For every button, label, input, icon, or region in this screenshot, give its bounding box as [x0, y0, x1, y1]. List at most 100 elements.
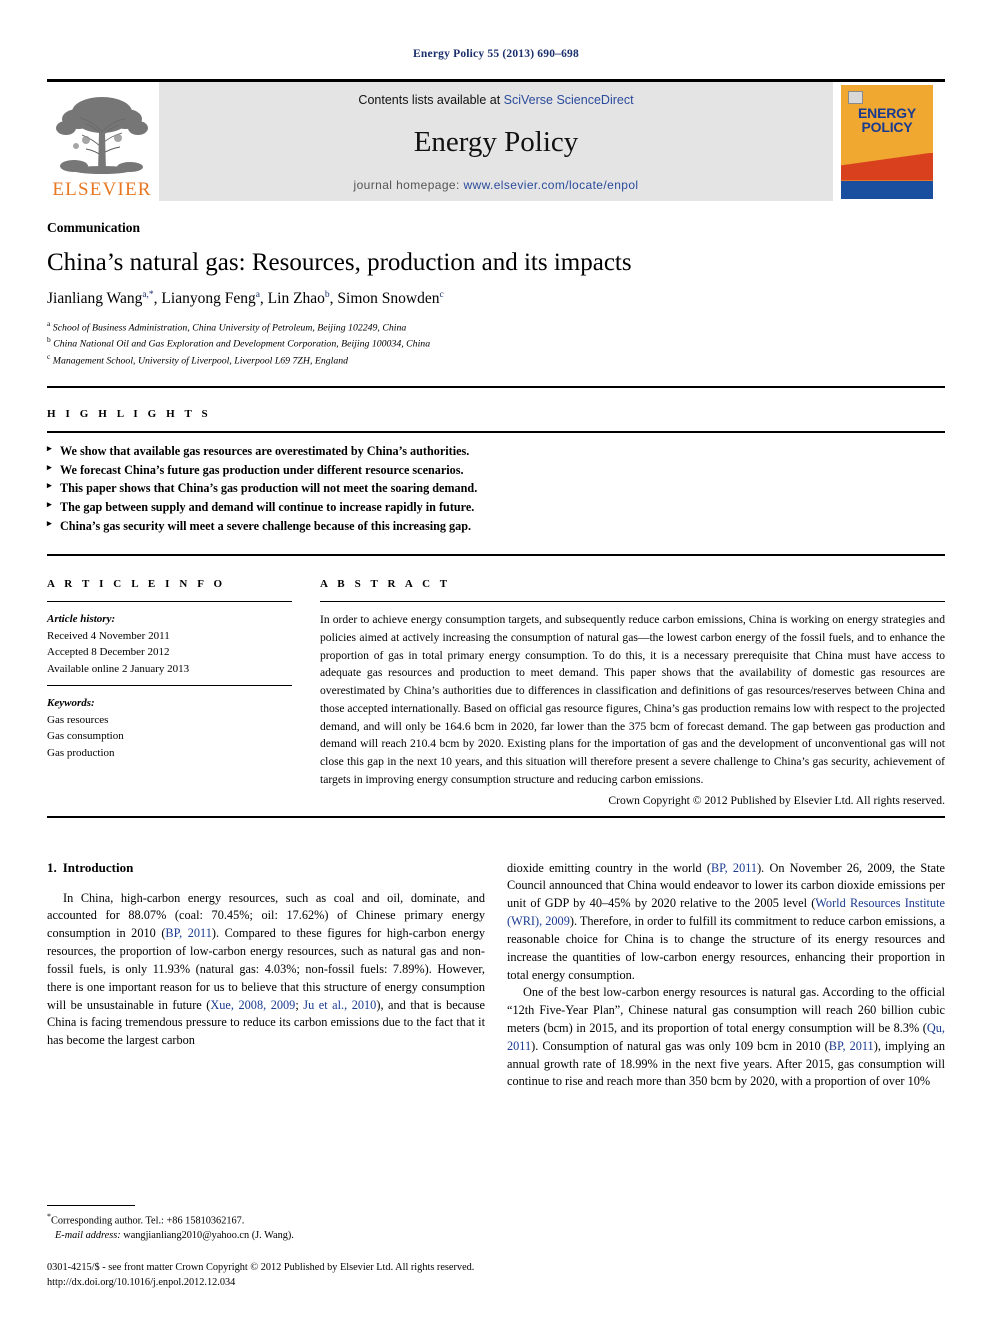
affiliation-mark: a — [47, 319, 51, 329]
article-history-item: Accepted 8 December 2012 — [47, 646, 170, 659]
paragraph: One of the best low-carbon energy resour… — [507, 984, 945, 1091]
highlight-item: ▸ China’s gas security will meet a severe… — [47, 517, 945, 536]
highlight-item: ▸ We forecast China’s future gas producti… — [47, 461, 945, 480]
issn-copyright-block: 0301-4215/$ - see front matter Crown Cop… — [47, 1261, 477, 1291]
triangle-bullet-icon: ▸ — [47, 442, 52, 453]
triangle-bullet-icon: ▸ — [47, 499, 52, 510]
triangle-bullet-icon: ▸ — [47, 480, 52, 491]
page-title: China’s natural gas: Resources, producti… — [47, 249, 632, 276]
citation-link[interactable]: Ju et al., 2010 — [303, 998, 376, 1012]
author-name: Lin Zhao — [267, 290, 325, 308]
author-list: Jianliang Wanga,*, Lianyong Fenga, Lin Z… — [47, 290, 444, 308]
affiliation-item: c Management School, University of Liver… — [47, 352, 945, 368]
abstract-column: A B S T R A C T In order to achieve ener… — [320, 578, 945, 807]
contents-prefix: Contents lists available at — [358, 93, 504, 107]
elsevier-wordmark: ELSEVIER — [52, 179, 152, 200]
cover-title: ENERGY POLICY — [841, 106, 933, 134]
affiliation-text: Management School, University of Liverpo… — [52, 354, 349, 366]
author-name: Lianyong Feng — [161, 290, 256, 308]
highlights-section: H I G H L I G H T S ▸ We show that availa… — [47, 408, 945, 537]
article-history-block: Article history: Received 4 November 201… — [47, 611, 292, 685]
paragraph: In China, high-carbon energy resources, … — [47, 890, 485, 1050]
affiliation-item: b China National Oil and Gas Exploration… — [47, 335, 945, 351]
email-address[interactable]: wangjianliang2010@yahoo.cn (J. Wang). — [123, 1230, 294, 1241]
keyword-item: Gas consumption — [47, 730, 124, 743]
cover-art: ENERGY POLICY — [841, 84, 933, 199]
highlight-text: This paper shows that China’s gas produc… — [60, 481, 478, 496]
info-abstract-row: A R T I C L E I N F O Article history: R… — [47, 578, 945, 807]
author-marks: b — [324, 290, 330, 300]
highlight-item: ▸ This paper shows that China’s gas produ… — [47, 479, 945, 498]
highlight-text: China’s gas security will meet a severe … — [60, 519, 472, 534]
cover-publisher-mark-icon — [848, 90, 863, 104]
triangle-bullet-icon: ▸ — [47, 461, 52, 472]
article-info-column: A R T I C L E I N F O Article history: R… — [47, 578, 292, 806]
abstract-label: A B S T R A C T — [320, 578, 451, 591]
article-info-body: Article history: Received 4 November 201… — [47, 602, 292, 761]
email-label: E-mail address: — [55, 1230, 121, 1242]
doi-line[interactable]: http://dx.doi.org/10.1016/j.enpol.2012.1… — [47, 1276, 477, 1291]
footnote-zone: *Corresponding author. Tel.: +86 1581036… — [47, 1204, 477, 1291]
divider-above-info — [47, 554, 945, 557]
author-item: Lin Zhaob — [268, 290, 330, 307]
author-name: Simon Snowden — [337, 290, 440, 308]
cover-blue-band — [841, 180, 933, 199]
article-history-heading: Article history: — [47, 613, 116, 626]
divider-above-highlights — [47, 385, 945, 388]
author-item: Jianliang Wanga,* — [47, 290, 154, 307]
author-marks: c — [439, 290, 444, 300]
keyword-item: Gas resources — [47, 713, 109, 726]
sciencedirect-link[interactable]: SciVerse ScienceDirect — [504, 93, 634, 107]
highlight-item: ▸ We show that available gas resources ar… — [47, 442, 945, 461]
section-number: 1. — [47, 859, 57, 875]
cover-title-line2: POLICY — [861, 118, 913, 135]
journal-band: Contents lists available at SciVerse Sci… — [159, 82, 833, 201]
author-name: Jianliang Wang — [47, 290, 143, 308]
section-title-text: Introduction — [62, 859, 134, 875]
contents-available-line: Contents lists available at SciVerse Sci… — [358, 93, 633, 107]
body-column-right: dioxide emitting country in the world (B… — [507, 860, 945, 1092]
affiliation-list: a School of Business Administration, Chi… — [47, 319, 945, 368]
author-item: Lianyong Fenga — [161, 290, 260, 307]
journal-masthead: ELSEVIER Contents lists available at Sci… — [47, 79, 945, 201]
article-type: Communication — [47, 220, 141, 235]
paragraph-text: One of the best low-carbon energy resour… — [507, 985, 945, 1035]
affiliation-mark: c — [47, 351, 51, 361]
paper-page: Energy Policy 55 (2013) 690–698 ELSEVIER… — [0, 0, 992, 1323]
author-marks: a,* — [142, 290, 154, 300]
elsevier-tree-icon — [56, 97, 148, 174]
paragraph-text: dioxide emitting country in the world ( — [507, 860, 711, 875]
citation-link[interactable]: BP, 2011 — [829, 1039, 874, 1053]
paragraph-text: ). Consumption of natural gas was only 1… — [531, 1038, 829, 1053]
journal-title: Energy Policy — [413, 126, 579, 158]
body-columns: 1. Introduction In China, high-carbon ene… — [47, 860, 945, 1092]
homepage-prefix: journal homepage: — [353, 178, 464, 192]
affiliation-text: China National Oil and Gas Exploration a… — [53, 338, 431, 350]
highlight-text: We show that available gas resources are… — [60, 443, 470, 458]
journal-homepage-link[interactable]: www.elsevier.com/locate/enpol — [463, 178, 638, 192]
highlight-text: We forecast China’s future gas productio… — [60, 462, 464, 477]
highlights-list: ▸ We show that available gas resources ar… — [47, 442, 945, 537]
email-note: E-mail address: wangjianliang2010@yahoo.… — [47, 1229, 477, 1244]
citation-link[interactable]: BP, 2011 — [711, 861, 757, 875]
citation-link[interactable]: BP, 2011 — [165, 926, 211, 940]
affiliation-item: a School of Business Administration, Chi… — [47, 319, 945, 335]
divider-highlights — [47, 430, 945, 433]
keyword-item: Gas production — [47, 746, 115, 759]
corresponding-author-note: *Corresponding author. Tel.: +86 1581036… — [47, 1211, 477, 1229]
highlight-text: The gap between supply and demand will c… — [60, 500, 475, 515]
cover-title-line1: ENERGY — [858, 104, 916, 121]
citation-link[interactable]: Xue, 2008, 2009 — [210, 998, 295, 1012]
body-column-left: 1. Introduction In China, high-carbon ene… — [47, 860, 485, 1092]
keywords-heading: Keywords: — [47, 697, 95, 710]
triangle-bullet-icon: ▸ — [47, 518, 52, 529]
journal-cover-thumbnail: ENERGY POLICY — [841, 82, 945, 201]
elsevier-logo: ELSEVIER — [47, 82, 157, 201]
running-head: Energy Policy 55 (2013) 690–698 — [413, 48, 579, 60]
title-block: Communication China’s natural gas: Resou… — [47, 201, 945, 368]
article-history-item: Received 4 November 2011 — [47, 629, 170, 642]
author-item: Simon Snowdenc — [337, 290, 443, 307]
issn-line: 0301-4215/$ - see front matter Crown Cop… — [47, 1262, 475, 1274]
highlight-item: ▸ The gap between supply and demand will … — [47, 498, 945, 517]
author-marks: a — [255, 290, 260, 300]
